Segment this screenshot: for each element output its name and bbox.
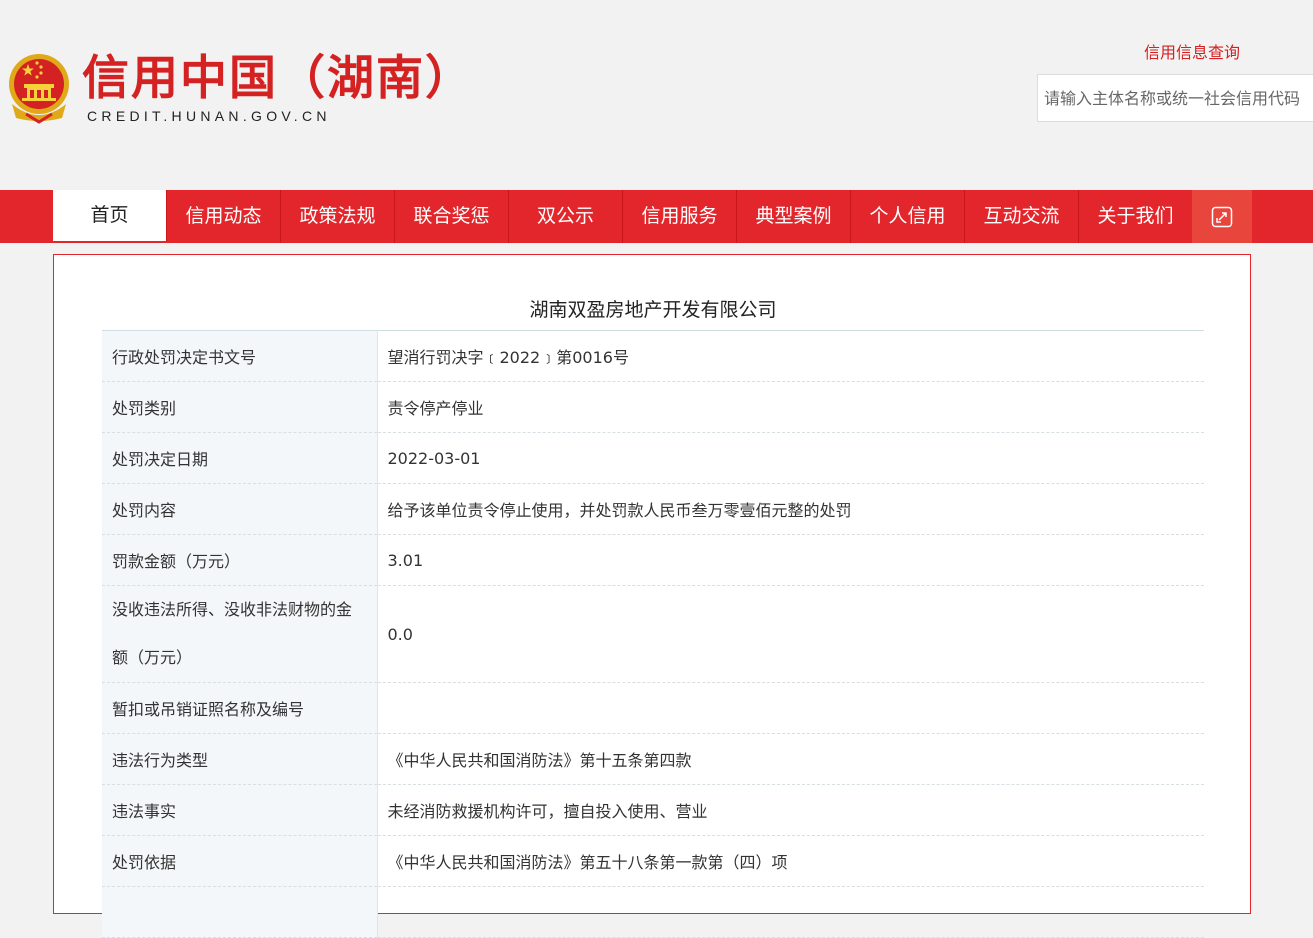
row-label [102, 886, 378, 938]
nav-item-interaction[interactable]: 互动交流 [965, 190, 1079, 243]
row-label: 没收违法所得、没收非法财物的金额（万元） [102, 585, 378, 683]
row-value [377, 682, 1204, 734]
penalty-detail-table: 行政处罚决定书文号 望消行罚决字﹝2022﹞第0016号 处罚类别 责令停产停业… [102, 330, 1204, 938]
nav-item-double-publicity[interactable]: 双公示 [509, 190, 623, 243]
row-value: 《中华人民共和国消防法》第十五条第四款 [377, 733, 1204, 785]
nav-item-credit-service[interactable]: 信用服务 [623, 190, 737, 243]
nav-item-credit-news[interactable]: 信用动态 [167, 190, 281, 243]
row-value: 3.01 [377, 534, 1204, 586]
search-input[interactable] [1037, 74, 1313, 122]
row-value: 2022-03-01 [377, 432, 1204, 484]
site-domain: CREDIT.HUNAN.GOV.CN [87, 108, 331, 124]
row-label: 处罚内容 [102, 483, 378, 535]
record-panel: 湖南双盈房地产开发有限公司 行政处罚决定书文号 望消行罚决字﹝2022﹞第001… [53, 254, 1251, 938]
nav-item-joint-reward-punish[interactable]: 联合奖惩 [395, 190, 509, 243]
row-value: 责令停产停业 [377, 381, 1204, 433]
nav-item-personal-credit[interactable]: 个人信用 [851, 190, 965, 243]
expand-button[interactable] [1192, 190, 1252, 243]
row-label: 处罚决定日期 [102, 432, 378, 484]
row-label: 暂扣或吊销证照名称及编号 [102, 682, 378, 734]
row-label: 处罚依据 [102, 835, 378, 887]
row-label: 违法事实 [102, 784, 378, 836]
nav-item-home[interactable]: 首页 [53, 190, 167, 241]
row-value: 0.0 [377, 585, 1204, 683]
row-value: 《中华人民共和国消防法》第五十八条第一款第（四）项 [377, 835, 1204, 887]
table-row: 违法事实 未经消防救援机构许可，擅自投入使用、营业 [102, 784, 1204, 836]
expand-icon [1211, 206, 1233, 227]
table-row: 处罚类别 责令停产停业 [102, 381, 1204, 433]
nav-item-typical-cases[interactable]: 典型案例 [737, 190, 851, 243]
main-nav: 首页 信用动态 政策法规 联合奖惩 双公示 信用服务 典型案例 个人信用 互动交… [0, 190, 1313, 243]
table-row: 没收违法所得、没收非法财物的金额（万元） 0.0 [102, 585, 1204, 683]
row-label: 违法行为类型 [102, 733, 378, 785]
row-value [377, 886, 1204, 938]
site-header: 信用中国（湖南） CREDIT.HUNAN.GOV.CN 信用信息查询 [0, 0, 1313, 190]
credit-query-link[interactable]: 信用信息查询 [1144, 39, 1240, 63]
nav-item-about-us[interactable]: 关于我们 [1079, 190, 1192, 243]
row-label: 罚款金额（万元） [102, 534, 378, 586]
table-row: 暂扣或吊销证照名称及编号 [102, 682, 1204, 734]
nav-item-policy[interactable]: 政策法规 [281, 190, 395, 243]
table-row: 行政处罚决定书文号 望消行罚决字﹝2022﹞第0016号 [102, 330, 1204, 382]
table-row: 处罚决定日期 2022-03-01 [102, 432, 1204, 484]
row-value: 望消行罚决字﹝2022﹞第0016号 [377, 330, 1204, 382]
table-row: 罚款金额（万元） 3.01 [102, 534, 1204, 586]
table-row: 违法行为类型 《中华人民共和国消防法》第十五条第四款 [102, 733, 1204, 785]
site-title: 信用中国（湖南） [82, 51, 474, 106]
company-name: 湖南双盈房地产开发有限公司 [529, 299, 777, 321]
row-label: 行政处罚决定书文号 [102, 330, 378, 382]
national-emblem-icon [9, 54, 69, 124]
row-value: 给予该单位责令停止使用，并处罚款人民币叁万零壹佰元整的处罚 [377, 483, 1204, 535]
row-label: 处罚类别 [102, 381, 378, 433]
row-value: 未经消防救援机构许可，擅自投入使用、营业 [377, 784, 1204, 836]
table-row [102, 886, 1204, 938]
table-row: 处罚依据 《中华人民共和国消防法》第五十八条第一款第（四）项 [102, 835, 1204, 887]
table-row: 处罚内容 给予该单位责令停止使用，并处罚款人民币叁万零壹佰元整的处罚 [102, 483, 1204, 535]
